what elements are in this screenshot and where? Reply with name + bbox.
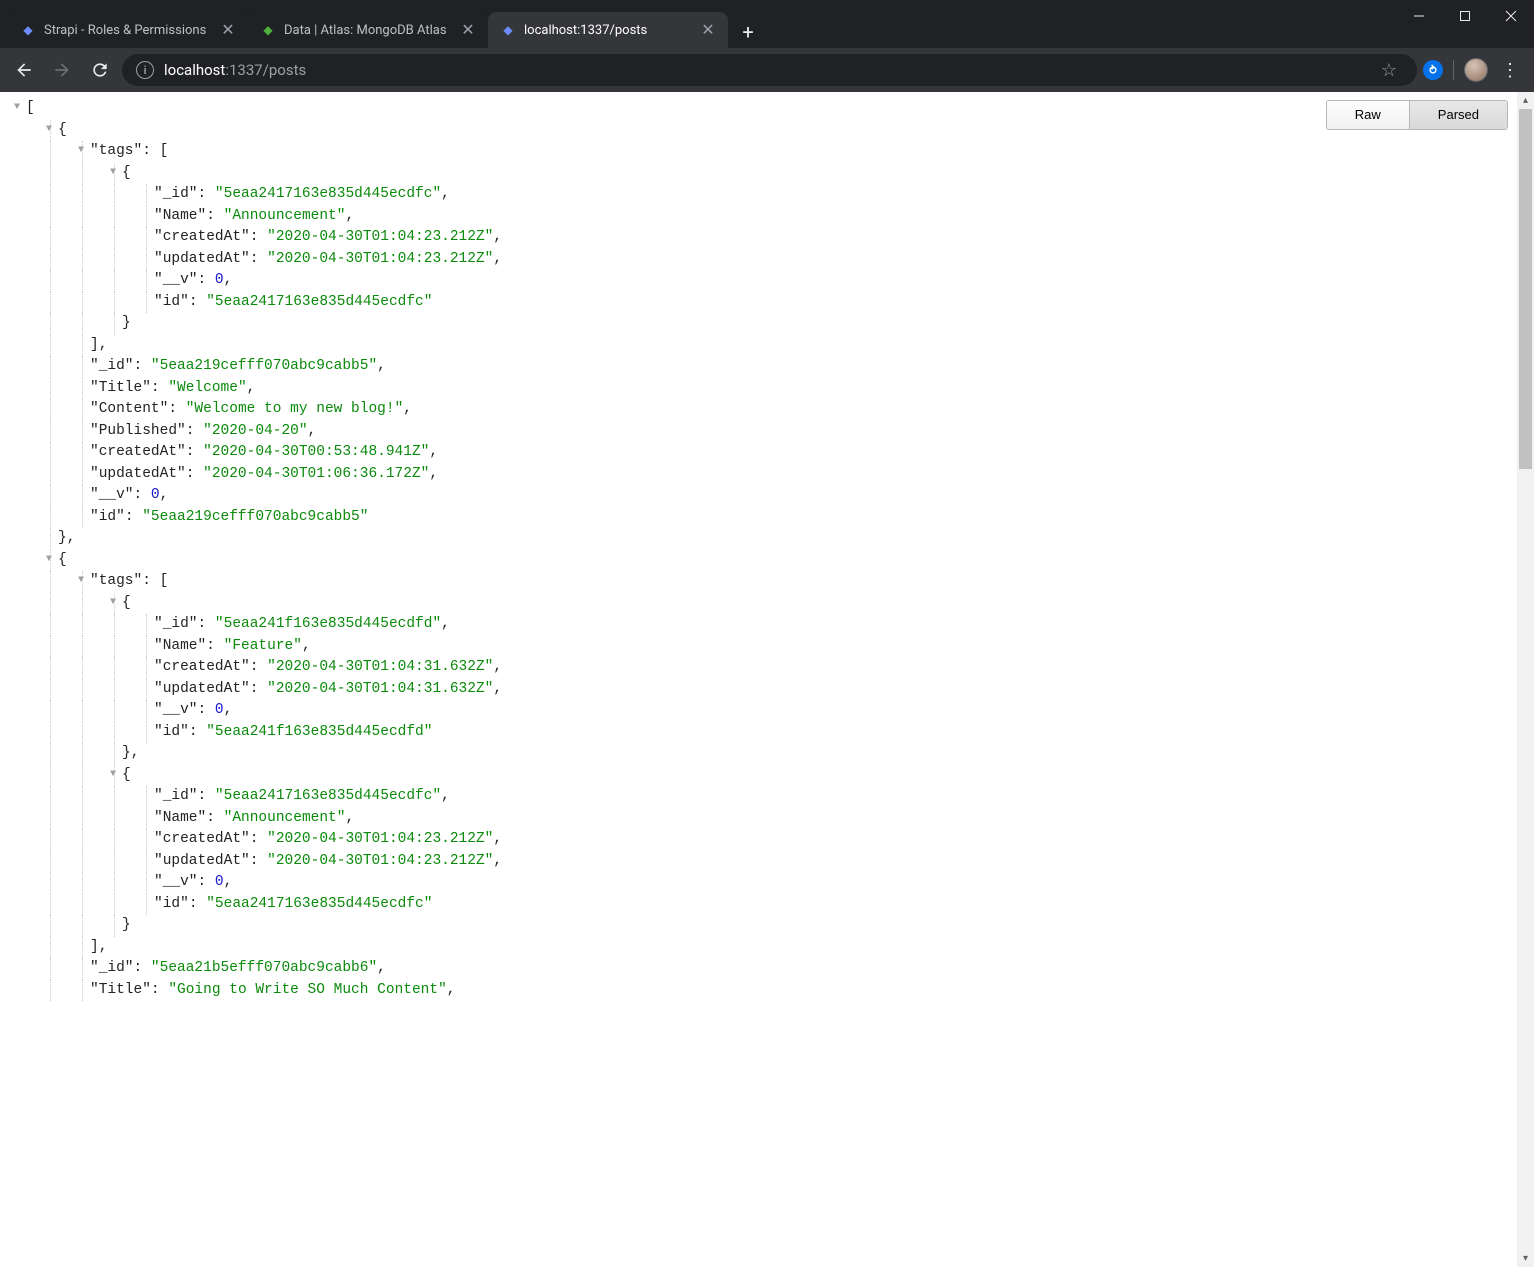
json-line: "__v": 0, [6, 270, 1534, 292]
json-line: ], [6, 937, 1534, 959]
collapser-arrow-icon[interactable]: ▼ [108, 592, 118, 614]
minimize-button[interactable] [1396, 0, 1442, 32]
url-display: localhost:1337/posts [164, 61, 306, 79]
close-tab-icon[interactable]: ✕ [220, 22, 236, 38]
tab-strapi[interactable]: ◆ Strapi - Roles & Permissions ✕ [8, 12, 248, 48]
json-line: "id": "5eaa219cefff070abc9cabb5" [6, 507, 1534, 529]
json-line: "Title": "Going to Write SO Much Content… [6, 980, 1534, 1002]
close-window-button[interactable] [1488, 0, 1534, 32]
json-line: "__v": 0, [6, 700, 1534, 722]
json-line: "Content": "Welcome to my new blog!", [6, 399, 1534, 421]
collapser-arrow-icon[interactable]: ▼ [76, 140, 86, 162]
scroll-thumb[interactable] [1519, 109, 1532, 469]
json-line: "Title": "Welcome", [6, 378, 1534, 400]
profile-avatar[interactable] [1464, 58, 1488, 82]
separator [1453, 60, 1454, 80]
json-line: ▼"tags": [ [6, 571, 1534, 593]
collapser-arrow-icon[interactable]: ▼ [108, 162, 118, 184]
browser-titlebar: ◆ Strapi - Roles & Permissions ✕ ◆ Data … [0, 0, 1534, 48]
json-line: "Published": "2020-04-20", [6, 421, 1534, 443]
json-line: "__v": 0, [6, 485, 1534, 507]
json-line: "createdAt": "2020-04-30T01:04:31.632Z", [6, 657, 1534, 679]
json-line: "updatedAt": "2020-04-30T01:04:23.212Z", [6, 851, 1534, 873]
tab-strip: ◆ Strapi - Roles & Permissions ✕ ◆ Data … [0, 12, 1396, 48]
json-line: "_id": "5eaa241f163e835d445ecdfd", [6, 614, 1534, 636]
bookmark-star-icon[interactable]: ☆ [1375, 60, 1403, 81]
maximize-button[interactable] [1442, 0, 1488, 32]
collapser-arrow-icon[interactable]: ▼ [76, 570, 86, 592]
json-line: "_id": "5eaa219cefff070abc9cabb5", [6, 356, 1534, 378]
tab-localhost[interactable]: ◆ localhost:1337/posts ✕ [488, 12, 728, 48]
reload-button[interactable] [84, 54, 116, 86]
close-tab-icon[interactable]: ✕ [700, 22, 716, 38]
tab-label: localhost:1337/posts [524, 23, 692, 38]
scroll-down-arrow-icon[interactable]: ▾ [1517, 1250, 1534, 1267]
json-line: "_id": "5eaa2417163e835d445ecdfc", [6, 184, 1534, 206]
json-line: "createdAt": "2020-04-30T01:04:23.212Z", [6, 829, 1534, 851]
json-line: }, [6, 528, 1534, 550]
collapser-arrow-icon[interactable]: ▼ [12, 97, 22, 119]
json-line: "updatedAt": "2020-04-30T01:04:31.632Z", [6, 679, 1534, 701]
onepassword-icon[interactable]: ⥁ [1423, 60, 1443, 80]
forward-button[interactable] [46, 54, 78, 86]
scroll-up-arrow-icon[interactable]: ▴ [1517, 92, 1534, 109]
json-line: "Name": "Announcement", [6, 808, 1534, 830]
json-line: "createdAt": "2020-04-30T00:53:48.941Z", [6, 442, 1534, 464]
collapser-arrow-icon[interactable]: ▼ [44, 549, 54, 571]
json-line: ▼{ [6, 593, 1534, 615]
browser-toolbar: i localhost:1337/posts ☆ ⥁ ⋮ [0, 48, 1534, 92]
tab-mongodb[interactable]: ◆ Data | Atlas: MongoDB Atlas ✕ [248, 12, 488, 48]
json-line: "updatedAt": "2020-04-30T01:04:23.212Z", [6, 249, 1534, 271]
json-line: "id": "5eaa2417163e835d445ecdfc" [6, 894, 1534, 916]
json-line: ▼{ [6, 163, 1534, 185]
json-line: ▼"tags": [ [6, 141, 1534, 163]
json-line: ▼{ [6, 550, 1534, 572]
json-line: "_id": "5eaa2417163e835d445ecdfc", [6, 786, 1534, 808]
json-line: ▼{ [6, 120, 1534, 142]
json-line: "id": "5eaa241f163e835d445ecdfd" [6, 722, 1534, 744]
close-tab-icon[interactable]: ✕ [460, 22, 476, 38]
json-line: }, [6, 743, 1534, 765]
address-bar[interactable]: i localhost:1337/posts ☆ [122, 54, 1417, 86]
new-tab-button[interactable]: + [732, 16, 764, 48]
json-line: "_id": "5eaa21b5efff070abc9cabb6", [6, 958, 1534, 980]
tab-label: Data | Atlas: MongoDB Atlas [284, 23, 452, 38]
back-button[interactable] [8, 54, 40, 86]
json-line: } [6, 313, 1534, 335]
site-info-icon[interactable]: i [136, 61, 154, 79]
mongo-favicon-icon: ◆ [260, 22, 276, 38]
json-line: "id": "5eaa2417163e835d445ecdfc" [6, 292, 1534, 314]
json-line: "createdAt": "2020-04-30T01:04:23.212Z", [6, 227, 1534, 249]
json-line: ▼[ [6, 98, 1534, 120]
window-controls [1396, 0, 1534, 48]
local-favicon-icon: ◆ [500, 22, 516, 38]
json-line: "Name": "Feature", [6, 636, 1534, 658]
strapi-favicon-icon: ◆ [20, 22, 36, 38]
collapser-arrow-icon[interactable]: ▼ [108, 764, 118, 786]
vertical-scrollbar[interactable]: ▴ ▾ [1517, 92, 1534, 1267]
json-viewer-panel: Raw Parsed ▼[▼{▼"tags": [▼{"_id": "5eaa2… [0, 92, 1534, 1007]
tab-label: Strapi - Roles & Permissions [44, 23, 212, 38]
json-line: "__v": 0, [6, 872, 1534, 894]
json-line: ▼{ [6, 765, 1534, 787]
collapser-arrow-icon[interactable]: ▼ [44, 119, 54, 141]
json-line: "Name": "Announcement", [6, 206, 1534, 228]
json-line: } [6, 915, 1534, 937]
json-line: ], [6, 335, 1534, 357]
json-line: "updatedAt": "2020-04-30T01:06:36.172Z", [6, 464, 1534, 486]
kebab-menu-icon[interactable]: ⋮ [1494, 54, 1526, 86]
